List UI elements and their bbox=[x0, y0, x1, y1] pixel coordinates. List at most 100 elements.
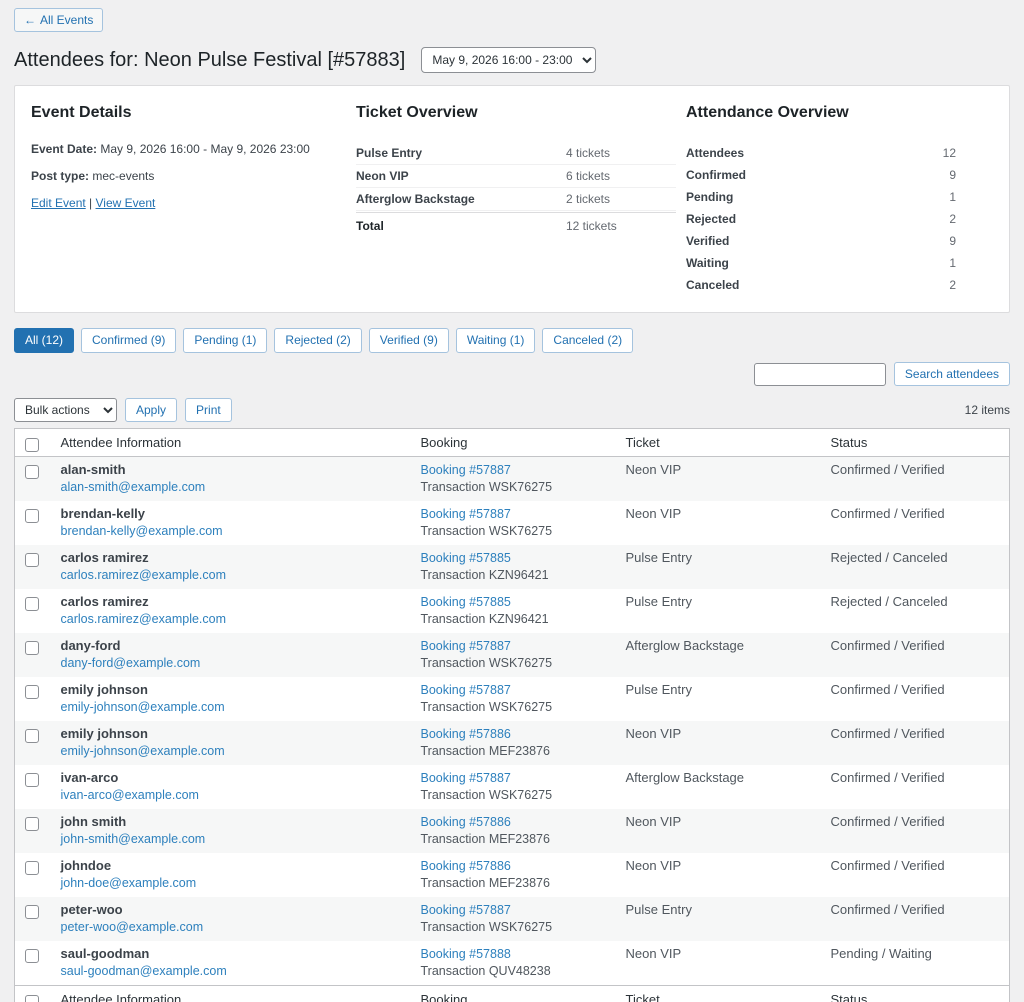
all-events-back-button[interactable]: ←All Events bbox=[14, 8, 103, 32]
attendee-status: Confirmed / Verified bbox=[821, 501, 1010, 545]
filter-waiting[interactable]: Waiting (1) bbox=[456, 328, 536, 353]
ticket-row-value: 2 tickets bbox=[566, 192, 676, 206]
transaction-id: Transaction WSK76275 bbox=[421, 656, 606, 671]
ticket-overview-section: Ticket Overview Pulse Entry4 ticketsNeon… bbox=[356, 104, 686, 296]
filter-verified[interactable]: Verified (9) bbox=[369, 328, 449, 353]
attendee-email-link[interactable]: saul-goodman@example.com bbox=[61, 964, 227, 978]
attendee-email-link[interactable]: ivan-arco@example.com bbox=[61, 788, 199, 802]
attendee-status: Pending / Waiting bbox=[821, 941, 1010, 986]
booking-link[interactable]: Booking #57886 bbox=[421, 727, 511, 742]
attendee-row: emily johnsonemily-johnson@example.comBo… bbox=[15, 721, 1010, 765]
booking-link[interactable]: Booking #57885 bbox=[421, 595, 511, 610]
booking-link[interactable]: Booking #57887 bbox=[421, 771, 511, 786]
items-count: 12 items bbox=[965, 403, 1010, 417]
attendee-name: dany-ford bbox=[61, 638, 401, 653]
filter-confirmed[interactable]: Confirmed (9) bbox=[81, 328, 176, 353]
attendee-email-link[interactable]: alan-smith@example.com bbox=[61, 480, 206, 494]
row-checkbox[interactable] bbox=[25, 685, 39, 699]
ticket-name: Neon VIP bbox=[616, 809, 821, 853]
attendee-email-link[interactable]: dany-ford@example.com bbox=[61, 656, 201, 670]
bulk-actions-select[interactable]: Bulk actions bbox=[14, 398, 117, 422]
ticket-name: Neon VIP bbox=[616, 853, 821, 897]
ticket-row: Neon VIP6 tickets bbox=[356, 165, 676, 188]
search-input[interactable] bbox=[754, 363, 886, 386]
booking-link[interactable]: Booking #57887 bbox=[421, 903, 511, 918]
attendance-stat-row-value: 1 bbox=[949, 190, 956, 204]
row-checkbox[interactable] bbox=[25, 553, 39, 567]
attendance-stat-row: Attendees12 bbox=[686, 142, 956, 164]
attendee-email-link[interactable]: carlos.ramirez@example.com bbox=[61, 612, 227, 626]
booking-link[interactable]: Booking #57887 bbox=[421, 683, 511, 698]
attendee-status: Confirmed / Verified bbox=[821, 765, 1010, 809]
attendee-email-link[interactable]: emily-johnson@example.com bbox=[61, 744, 225, 758]
ticket-row: Pulse Entry4 tickets bbox=[356, 142, 676, 165]
attendance-stat-row-label: Canceled bbox=[686, 278, 949, 292]
attendee-row: carlos ramirezcarlos.ramirez@example.com… bbox=[15, 589, 1010, 633]
search-attendees-button[interactable]: Search attendees bbox=[894, 362, 1010, 386]
event-date-select[interactable]: May 9, 2026 16:00 - 23:00 bbox=[421, 47, 596, 73]
select-all-checkbox-bottom[interactable] bbox=[25, 995, 39, 1002]
attendee-status: Rejected / Canceled bbox=[821, 545, 1010, 589]
row-checkbox[interactable] bbox=[25, 905, 39, 919]
row-checkbox[interactable] bbox=[25, 949, 39, 963]
ticket-row-label: Pulse Entry bbox=[356, 146, 566, 160]
booking-link[interactable]: Booking #57886 bbox=[421, 859, 511, 874]
back-button-label: All Events bbox=[40, 13, 93, 27]
row-checkbox[interactable] bbox=[25, 465, 39, 479]
booking-link[interactable]: Booking #57888 bbox=[421, 947, 511, 962]
attendee-email-link[interactable]: carlos.ramirez@example.com bbox=[61, 568, 227, 582]
ticket-name: Neon VIP bbox=[616, 501, 821, 545]
booking-link[interactable]: Booking #57887 bbox=[421, 463, 511, 478]
ticket-row-value: 6 tickets bbox=[566, 169, 676, 183]
row-checkbox[interactable] bbox=[25, 817, 39, 831]
row-checkbox[interactable] bbox=[25, 729, 39, 743]
attendance-stat-row: Waiting1 bbox=[686, 252, 956, 274]
filter-rejected[interactable]: Rejected (2) bbox=[274, 328, 361, 353]
ticket-total-row: Total 12 tickets bbox=[356, 212, 676, 237]
row-checkbox[interactable] bbox=[25, 509, 39, 523]
view-event-link[interactable]: View Event bbox=[96, 196, 156, 210]
filter-pending[interactable]: Pending (1) bbox=[183, 328, 267, 353]
attendance-stat-row-label: Confirmed bbox=[686, 168, 949, 182]
ticket-name: Pulse Entry bbox=[616, 545, 821, 589]
attendance-stat-row-value: 9 bbox=[949, 234, 956, 248]
attendee-email-link[interactable]: brendan-kelly@example.com bbox=[61, 524, 223, 538]
booking-link[interactable]: Booking #57887 bbox=[421, 507, 511, 522]
filter-all[interactable]: All (12) bbox=[14, 328, 74, 353]
attendee-email-link[interactable]: john-doe@example.com bbox=[61, 876, 197, 890]
booking-link[interactable]: Booking #57887 bbox=[421, 639, 511, 654]
booking-link[interactable]: Booking #57885 bbox=[421, 551, 511, 566]
attendee-status: Confirmed / Verified bbox=[821, 897, 1010, 941]
attendance-stat-row-label: Waiting bbox=[686, 256, 949, 270]
select-all-checkbox[interactable] bbox=[25, 438, 39, 452]
column-header-booking: Booking bbox=[411, 429, 616, 457]
attendee-email-link[interactable]: john-smith@example.com bbox=[61, 832, 206, 846]
attendee-email-link[interactable]: emily-johnson@example.com bbox=[61, 700, 225, 714]
search-row: Search attendees bbox=[14, 362, 1010, 386]
table-footer-row: Attendee Information Booking Ticket Stat… bbox=[15, 986, 1010, 1002]
attendee-status: Confirmed / Verified bbox=[821, 633, 1010, 677]
filter-canceled[interactable]: Canceled (2) bbox=[542, 328, 633, 353]
row-checkbox[interactable] bbox=[25, 773, 39, 787]
transaction-id: Transaction WSK76275 bbox=[421, 524, 606, 539]
row-checkbox[interactable] bbox=[25, 861, 39, 875]
edit-event-link[interactable]: Edit Event bbox=[31, 196, 86, 210]
attendee-name: johndoe bbox=[61, 858, 401, 873]
event-details-heading: Event Details bbox=[31, 104, 356, 122]
booking-link[interactable]: Booking #57886 bbox=[421, 815, 511, 830]
attendee-status: Confirmed / Verified bbox=[821, 853, 1010, 897]
post-type-label: Post type: bbox=[31, 169, 89, 183]
column-header-status: Status bbox=[821, 429, 1010, 457]
attendance-stat-row: Pending1 bbox=[686, 186, 956, 208]
transaction-id: Transaction MEF23876 bbox=[421, 832, 606, 847]
attendee-name: carlos ramirez bbox=[61, 550, 401, 565]
print-button[interactable]: Print bbox=[185, 398, 232, 422]
attendance-overview-heading: Attendance Overview bbox=[686, 104, 993, 122]
row-checkbox[interactable] bbox=[25, 597, 39, 611]
apply-button[interactable]: Apply bbox=[125, 398, 177, 422]
attendee-email-link[interactable]: peter-woo@example.com bbox=[61, 920, 204, 934]
row-checkbox[interactable] bbox=[25, 641, 39, 655]
attendee-status: Confirmed / Verified bbox=[821, 721, 1010, 765]
transaction-id: Transaction KZN96421 bbox=[421, 568, 606, 583]
column-footer-booking: Booking bbox=[411, 986, 616, 1002]
